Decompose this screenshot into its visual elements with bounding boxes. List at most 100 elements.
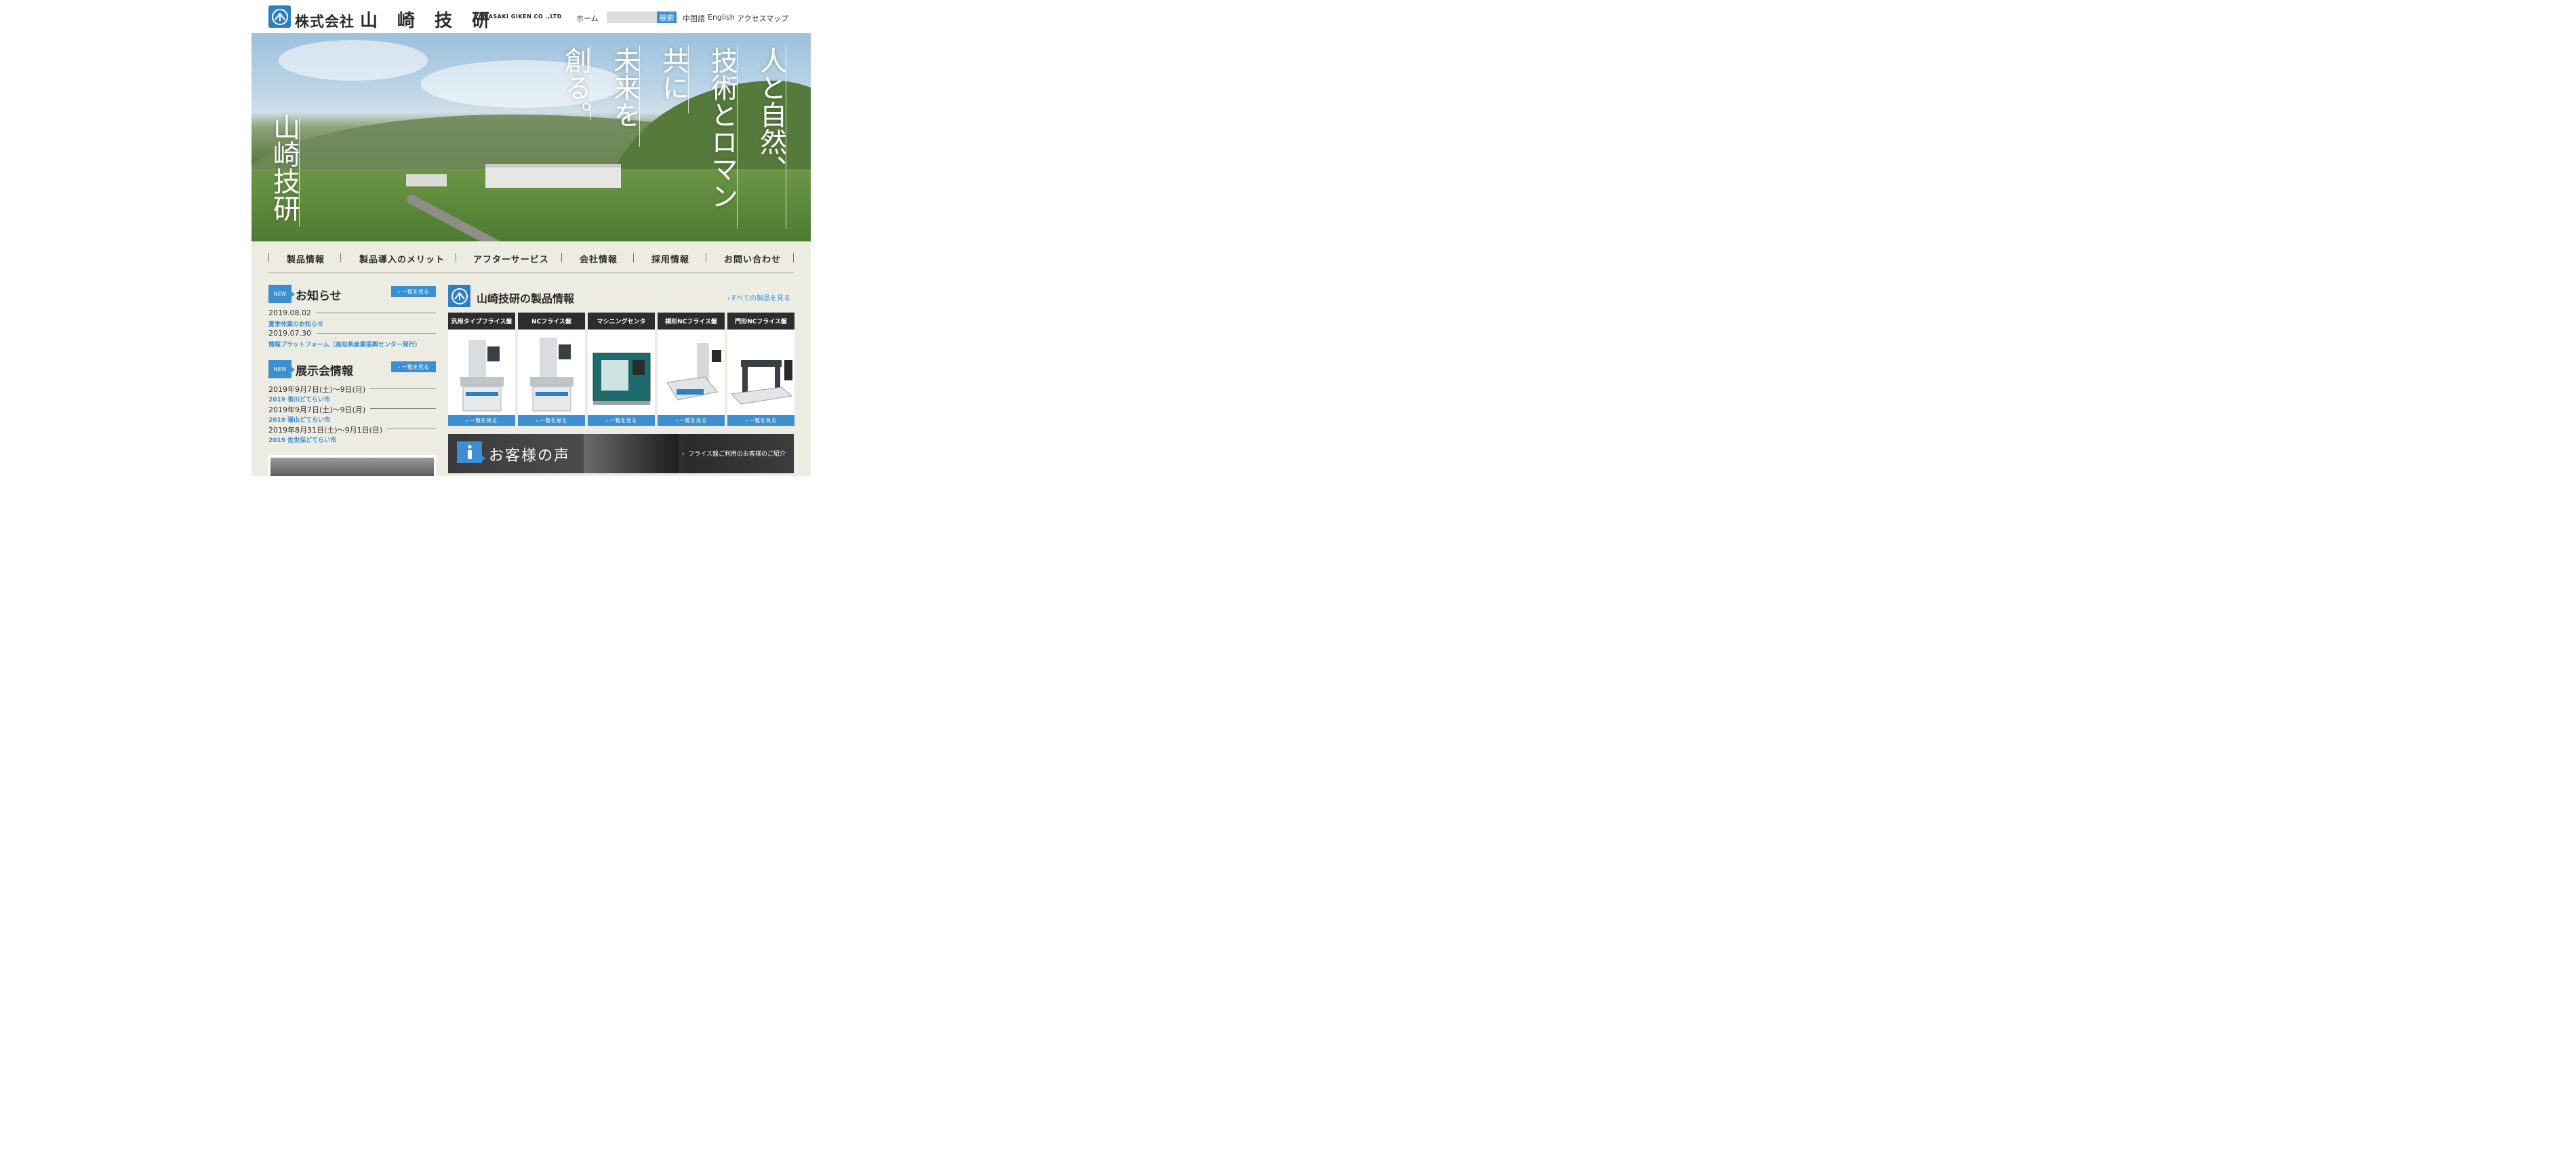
product-more-button[interactable]: › 一覧を見る (658, 415, 725, 426)
product-card-title: 汎用タイプフライス盤 (448, 313, 515, 330)
news-link[interactable]: 夏季休業のお知らせ (268, 319, 323, 328)
hero-company-name: 山崎技研 (268, 113, 300, 222)
product-image (727, 330, 794, 414)
product-more-button[interactable]: › 一覧を見る (448, 415, 515, 426)
hero-divider (590, 45, 591, 120)
product-more-label: 一覧を見る (679, 417, 707, 424)
hero-divider (688, 45, 689, 113)
product-more-label: 一覧を見る (749, 417, 777, 424)
exhibition-link[interactable]: 2019 佐世保どてらい市 (268, 435, 336, 444)
hero-cloud (421, 60, 624, 108)
product-more-label: 一覧を見る (609, 417, 637, 424)
emblem-icon (271, 8, 288, 25)
lang-english-link[interactable]: English (708, 13, 735, 22)
product-more-label: 一覧を見る (470, 417, 498, 424)
all-products-link[interactable]: ›すべての製品を見る (727, 292, 790, 302)
nav-separator (793, 253, 794, 262)
news-more-button[interactable]: › 一覧を見る (391, 286, 436, 297)
hero-copy-line-2: 技術とロマン (706, 47, 738, 210)
hero-factory (485, 164, 621, 188)
exhibition-date: 2019年9月7日(土)〜9日(月) (268, 405, 366, 414)
hero-copy-line-5: 創る。 (560, 47, 591, 128)
product-card-title: NCフライス盤 (518, 313, 585, 330)
product-card[interactable]: NCフライス盤 › 一覧を見る (518, 313, 585, 426)
products-header: 山崎技研の製品情報 ›すべての製品を見る (448, 285, 794, 308)
access-map-link[interactable]: アクセスマップ (737, 13, 788, 24)
search-button[interactable]: 検索 (657, 12, 677, 23)
exhibition-date: 2019年8月31日(土)〜9月1日(日) (268, 426, 383, 435)
search-input[interactable] (607, 12, 658, 23)
exhibition-new-badge: NEW (268, 360, 295, 378)
news-date: 2019.07.30 (268, 329, 311, 338)
lang-chinese-link[interactable]: 中国語 (683, 13, 705, 24)
product-image (658, 330, 725, 414)
customer-voice-banner[interactable]: お客様の声 › フライス盤ご利用のお客様のご紹介 (448, 434, 794, 473)
feature-photo[interactable] (268, 455, 436, 476)
nav-separator (633, 253, 634, 262)
product-card[interactable]: 横形NCフライス盤 › 一覧を見る (658, 313, 725, 426)
hero-banner: 人と自然、 技術とロマン 共に 未来を 創る。 山崎技研 (251, 33, 811, 241)
exhibition-rule (370, 388, 436, 389)
info-icon (457, 441, 485, 463)
exhibition-link[interactable]: 2019 福山どてらい市 (268, 415, 330, 424)
exhibition-title: 展示会情報 (296, 365, 353, 378)
gnav-after-service[interactable]: アフターサービス (473, 252, 549, 265)
products-emblem-icon (448, 285, 470, 307)
voice-subtitle-link: › フライス盤ご利用のお客様のご紹介 (682, 451, 786, 458)
hero-copy-line-1: 人と自然、 (755, 47, 786, 182)
voice-title: お客様の声 (489, 447, 571, 464)
global-nav: 製品情報 製品導入のメリット アフターサービス 会社情報 採用情報 お問い合わせ (268, 247, 794, 268)
hero-divider (737, 45, 738, 228)
news-title: お知らせ (296, 290, 342, 303)
company-logo-text[interactable]: 株式会社山 崎 技 研 (295, 7, 496, 32)
news-date: 2019.08.02 (268, 309, 311, 317)
news-link[interactable]: 情報プラットフォーム（高知県産業振興センター発行） (268, 340, 421, 349)
product-image (518, 330, 585, 414)
gnav-company[interactable]: 会社情報 (580, 252, 618, 265)
gnav-contact[interactable]: お問い合わせ (724, 252, 781, 265)
gnav-recruit[interactable]: 採用情報 (651, 252, 689, 265)
exhibition-more-label: 一覧を見る (401, 363, 429, 370)
nav-separator (561, 253, 562, 262)
nav-separator (268, 253, 269, 262)
hero-copy-line-3: 共に (658, 47, 689, 101)
product-image (448, 330, 515, 414)
nav-separator (340, 253, 341, 262)
hero-copy-line-4: 未来を (609, 47, 640, 128)
product-card[interactable]: 門形NCフライス盤 › 一覧を見る (727, 313, 794, 426)
product-card[interactable]: 汎用タイプフライス盤 › 一覧を見る (448, 313, 515, 426)
hero-divider (299, 118, 300, 226)
hero-divider (639, 45, 640, 147)
feature-photo-image (270, 458, 434, 476)
exhibition-more-button[interactable]: › 一覧を見る (391, 361, 436, 372)
product-card-title: マシニングセンタ (588, 313, 655, 330)
product-more-label: 一覧を見る (540, 417, 567, 424)
product-card-title: 門形NCフライス盤 (727, 313, 794, 330)
hero-building (406, 174, 447, 186)
gnav-products[interactable]: 製品情報 (287, 252, 325, 265)
product-more-button[interactable]: › 一覧を見る (727, 415, 794, 426)
hero-cloud (279, 40, 428, 81)
news-more-label: 一覧を見る (401, 288, 429, 295)
site-header: 株式会社山 崎 技 研 YAMASAKI GIKEN CO .,LTD ホーム … (268, 0, 810, 34)
logo-english-name: YAMASAKI GIKEN CO .,LTD (475, 14, 562, 20)
gnav-merits[interactable]: 製品導入のメリット (359, 252, 445, 265)
emblem-icon (451, 287, 468, 304)
product-card-title: 横形NCフライス盤 (658, 313, 725, 330)
page: 株式会社山 崎 技 研 YAMASAKI GIKEN CO .,LTD ホーム … (0, 0, 1053, 476)
products-title: 山崎技研の製品情報 (477, 292, 575, 305)
news-new-badge: NEW (268, 285, 295, 303)
company-logo-icon[interactable] (268, 5, 291, 28)
exhibition-date: 2019年9月7日(土)〜9日(月) (268, 385, 366, 394)
product-more-button[interactable]: › 一覧を見る (518, 415, 585, 426)
exhibition-link[interactable]: 2019 香川どてらい市 (268, 395, 330, 403)
nav-home-link[interactable]: ホーム (576, 13, 599, 24)
news-header: NEW お知らせ › 一覧を見る (268, 285, 436, 304)
product-card[interactable]: マシニングセンタ › 一覧を見る (588, 313, 655, 426)
product-image (588, 330, 655, 414)
logo-prefix: 株式会社 (295, 13, 355, 30)
voice-subtitle: フライス盤ご利用のお客様のご紹介 (688, 451, 786, 458)
product-more-button[interactable]: › 一覧を見る (588, 415, 655, 426)
voice-photo (584, 434, 679, 473)
news-rule (317, 333, 436, 334)
